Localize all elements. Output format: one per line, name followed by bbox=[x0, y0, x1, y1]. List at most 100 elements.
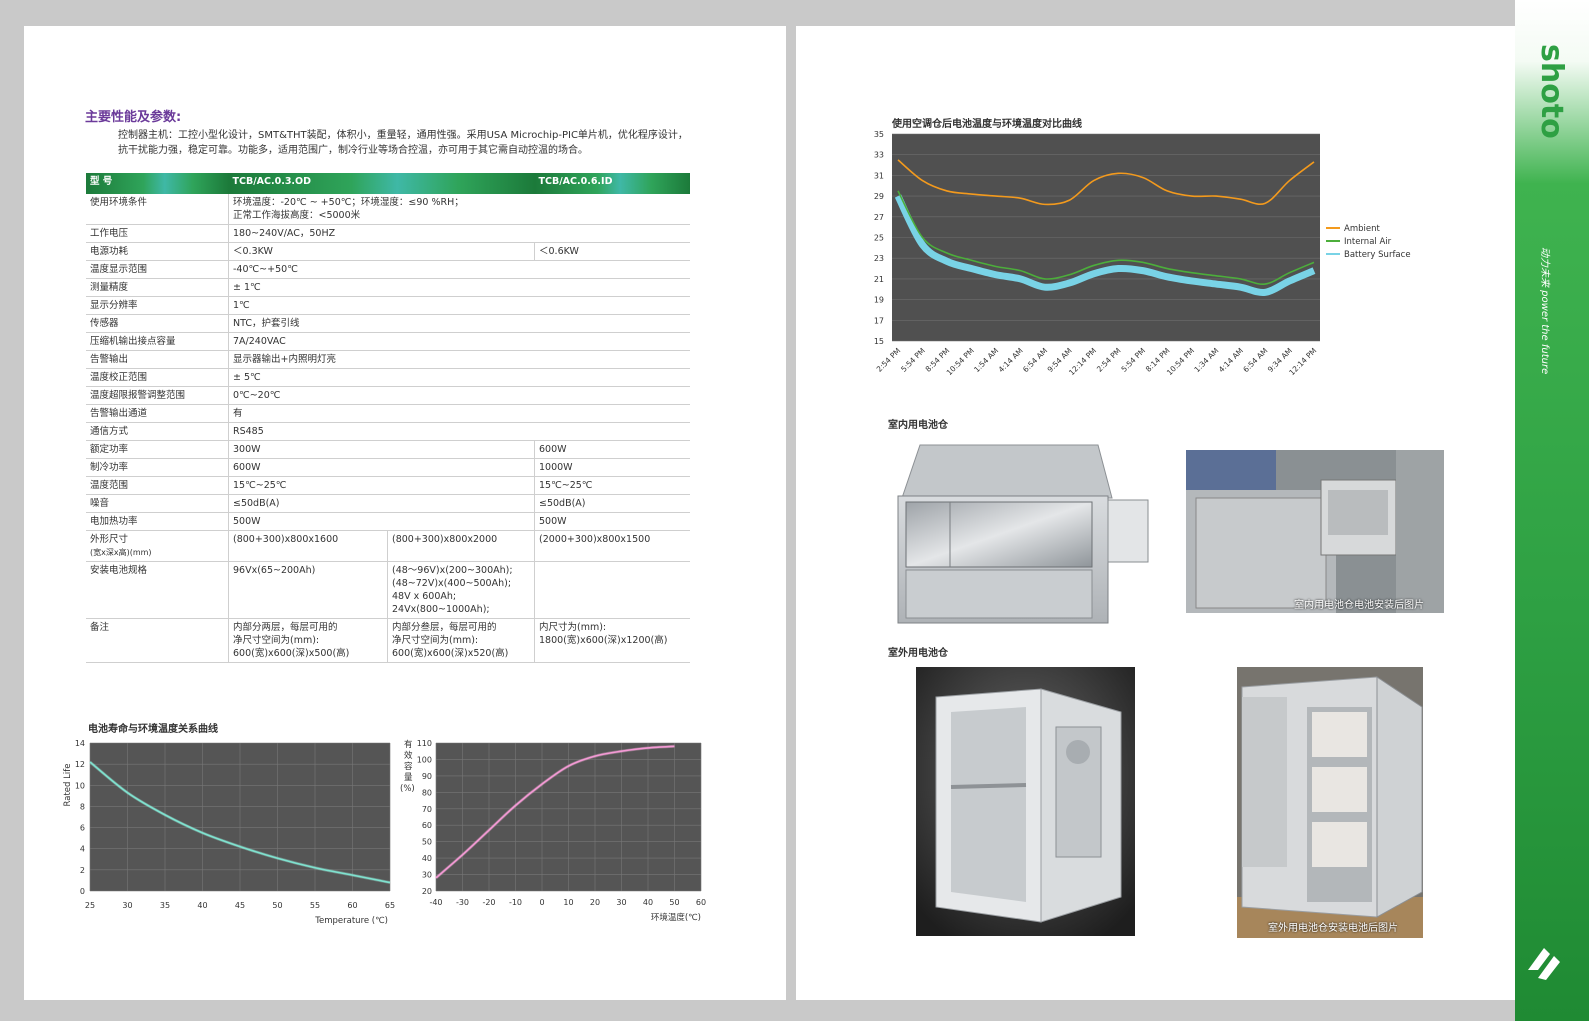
y-tick-label: 20 bbox=[422, 887, 432, 896]
capacity-chart: 20 30 40 50 60 70 80 90 100 110 -40 -30 -20 -10 0 10 20 3… bbox=[400, 739, 706, 923]
row-label: 压缩机输出接点容量 bbox=[86, 332, 229, 351]
row-value: 0℃~20℃ bbox=[228, 386, 690, 405]
table-row: 电加热功率 500W 500W bbox=[86, 512, 690, 531]
battery-life-chart-title: 电池寿命与环境温度关系曲线 bbox=[88, 724, 218, 735]
x-tick-label: -10 bbox=[509, 898, 522, 907]
y-tick-label: 100 bbox=[417, 755, 432, 764]
y-tick-label: 14 bbox=[75, 739, 85, 748]
row-label: 工作电压 bbox=[86, 224, 229, 243]
x-tick-label: 60 bbox=[347, 901, 357, 910]
row-label: 测量精度 bbox=[86, 278, 229, 297]
section-title: 主要性能及参数: bbox=[85, 110, 182, 125]
indoor-cabinet-photo bbox=[890, 440, 1160, 628]
y-tick-label: 25 bbox=[874, 234, 884, 243]
y-tick-label: 70 bbox=[422, 805, 432, 814]
outdoor-cabinet-photo bbox=[916, 667, 1135, 936]
x-axis-label: 环境温度(℃) bbox=[651, 912, 701, 923]
row-label: 传感器 bbox=[86, 314, 229, 333]
y-tick-label: 2 bbox=[80, 866, 85, 875]
x-axis-label: Temperature (℃) bbox=[314, 916, 388, 926]
row-label: 使用环境条件 bbox=[86, 194, 229, 225]
y-tick-label: 90 bbox=[422, 772, 432, 781]
table-row: 传感器 NTC，护套引线 bbox=[86, 314, 690, 333]
svg-text:动力未来 power the future: 动力未来 power the future bbox=[1539, 247, 1551, 374]
row-value: 显示器输出+内照明灯亮 bbox=[228, 350, 690, 369]
y-tick-label: 60 bbox=[422, 821, 432, 830]
row-value: 有 bbox=[228, 404, 690, 423]
y-tick-label: 0 bbox=[80, 887, 85, 896]
row-value: NTC，护套引线 bbox=[228, 314, 690, 333]
y-tick-label: 50 bbox=[422, 838, 432, 847]
table-row: 使用环境条件 环境温度：-20℃ ~ +50℃；环境湿度：≤90 %RH； 正常工… bbox=[86, 194, 690, 225]
notes-b: 内尺寸为(mm): 1800(宽)x600(深)x1200(高) bbox=[534, 618, 690, 663]
row-value: -40℃~+50℃ bbox=[228, 260, 690, 279]
row-label: 电加热功率 bbox=[86, 512, 229, 531]
x-tick-label: 5:54 PM bbox=[1119, 346, 1147, 374]
x-tick-label: 30 bbox=[616, 898, 626, 907]
x-tick-label: 30 bbox=[122, 901, 132, 910]
y-tick-label: 15 bbox=[874, 337, 884, 346]
row-label: 显示分辨率 bbox=[86, 296, 229, 315]
outdoor-caption: 室外用电池仓安装电池后图片 bbox=[1268, 923, 1398, 934]
dims-a2: (800+300)x800x2000 bbox=[387, 530, 535, 562]
x-tick-label: 6:54 AM bbox=[1241, 346, 1269, 374]
x-tick-label: 35 bbox=[160, 901, 170, 910]
row-value-b: 600W bbox=[534, 440, 690, 459]
y-tick-label: 10 bbox=[75, 781, 85, 790]
row-label: 告警输出 bbox=[86, 350, 229, 369]
y-tick-label: 33 bbox=[874, 151, 884, 160]
table-row: 安装电池规格 96Vx(65~200Ah) (48～96V)x(200~300Ah)… bbox=[86, 561, 690, 619]
row-value-a: 500W bbox=[228, 512, 535, 531]
x-tick-label: 45 bbox=[235, 901, 245, 910]
x-tick-label: 1:54 AM bbox=[972, 346, 1000, 374]
row-value-a: ≤50dB(A) bbox=[228, 494, 535, 513]
row-value-a: 15℃~25℃ bbox=[228, 476, 535, 495]
indoor-caption: 室内用电池仓电池安装后图片 bbox=[1294, 600, 1424, 611]
table-row: 告警输出 显示器输出+内照明灯亮 bbox=[86, 350, 690, 369]
table-row: 外形尺寸 (宽x深x高)(mm) (800+300)x800x1600 (800+30… bbox=[86, 530, 690, 562]
y-tick-label: 29 bbox=[874, 192, 884, 201]
row-label: 备注 bbox=[86, 618, 229, 663]
y-axis-label: Rated Life bbox=[63, 764, 73, 807]
x-tick-label: 65 bbox=[385, 901, 395, 910]
x-tick-label: 55 bbox=[310, 901, 320, 910]
outdoor-installed-photo bbox=[1237, 667, 1423, 938]
y-tick-label: 17 bbox=[874, 316, 884, 325]
x-tick-label: 25 bbox=[85, 901, 95, 910]
y-tick-label: 6 bbox=[80, 824, 85, 833]
legend-label: Battery Surface bbox=[1344, 250, 1411, 260]
slogan: 动力未来 power the future bbox=[1539, 247, 1551, 374]
table-row: 告警输出通道有 bbox=[86, 404, 690, 423]
y-tick-label: 31 bbox=[874, 171, 884, 180]
y-tick-label: 110 bbox=[417, 739, 432, 748]
temperature-comparison-chart: 15171921232527293133352:54 PM5:54 PM8:54… bbox=[874, 130, 1411, 377]
brand-mark-icon bbox=[1528, 948, 1560, 980]
row-value: 180~240V/AC，50HZ bbox=[228, 224, 690, 243]
legend-label: Ambient bbox=[1344, 224, 1380, 234]
row-value: ± 1℃ bbox=[228, 278, 690, 297]
table-row: 压缩机输出接点容量 7A/240VAC bbox=[86, 332, 690, 351]
x-tick-label: 2:54 PM bbox=[875, 346, 903, 374]
x-tick-label: 50 bbox=[669, 898, 679, 907]
notes-a2: 内部分叁层，每层可用的 净尺寸空间为(mm): 600(宽)x600(深)x52… bbox=[387, 618, 535, 663]
x-tick-label: 4:14 AM bbox=[997, 346, 1025, 374]
x-tick-label: 1:34 AM bbox=[1192, 346, 1220, 374]
row-value-a: 300W bbox=[228, 440, 535, 459]
x-tick-label: 2:54 PM bbox=[1095, 346, 1123, 374]
dims-label: 外形尺寸 bbox=[90, 534, 129, 545]
battery-b bbox=[534, 561, 690, 619]
row-value-a: ＜0.3KW bbox=[228, 242, 535, 261]
row-label: 温度校正范围 bbox=[86, 368, 229, 387]
table-row: 测量精度 ± 1℃ bbox=[86, 278, 690, 297]
row-label: 额定功率 bbox=[86, 440, 229, 459]
brand-band bbox=[1515, 0, 1589, 1021]
table-row: 制冷功率 600W 1000W bbox=[86, 458, 690, 477]
x-tick-label: 40 bbox=[643, 898, 653, 907]
x-tick-label: -20 bbox=[482, 898, 495, 907]
dims-a1: (800+300)x800x1600 bbox=[228, 530, 388, 562]
x-tick-label: 60 bbox=[696, 898, 706, 907]
y-axis-label: 有效容量(%) bbox=[400, 739, 415, 794]
row-label: 通信方式 bbox=[86, 422, 229, 441]
table-row: 备注 内部分两层，每层可用的 净尺寸空间为(mm): 600(宽)x600(深)x… bbox=[86, 618, 690, 663]
row-value: 环境温度：-20℃ ~ +50℃；环境湿度：≤90 %RH； 正常工作海拔高度：… bbox=[228, 194, 690, 225]
